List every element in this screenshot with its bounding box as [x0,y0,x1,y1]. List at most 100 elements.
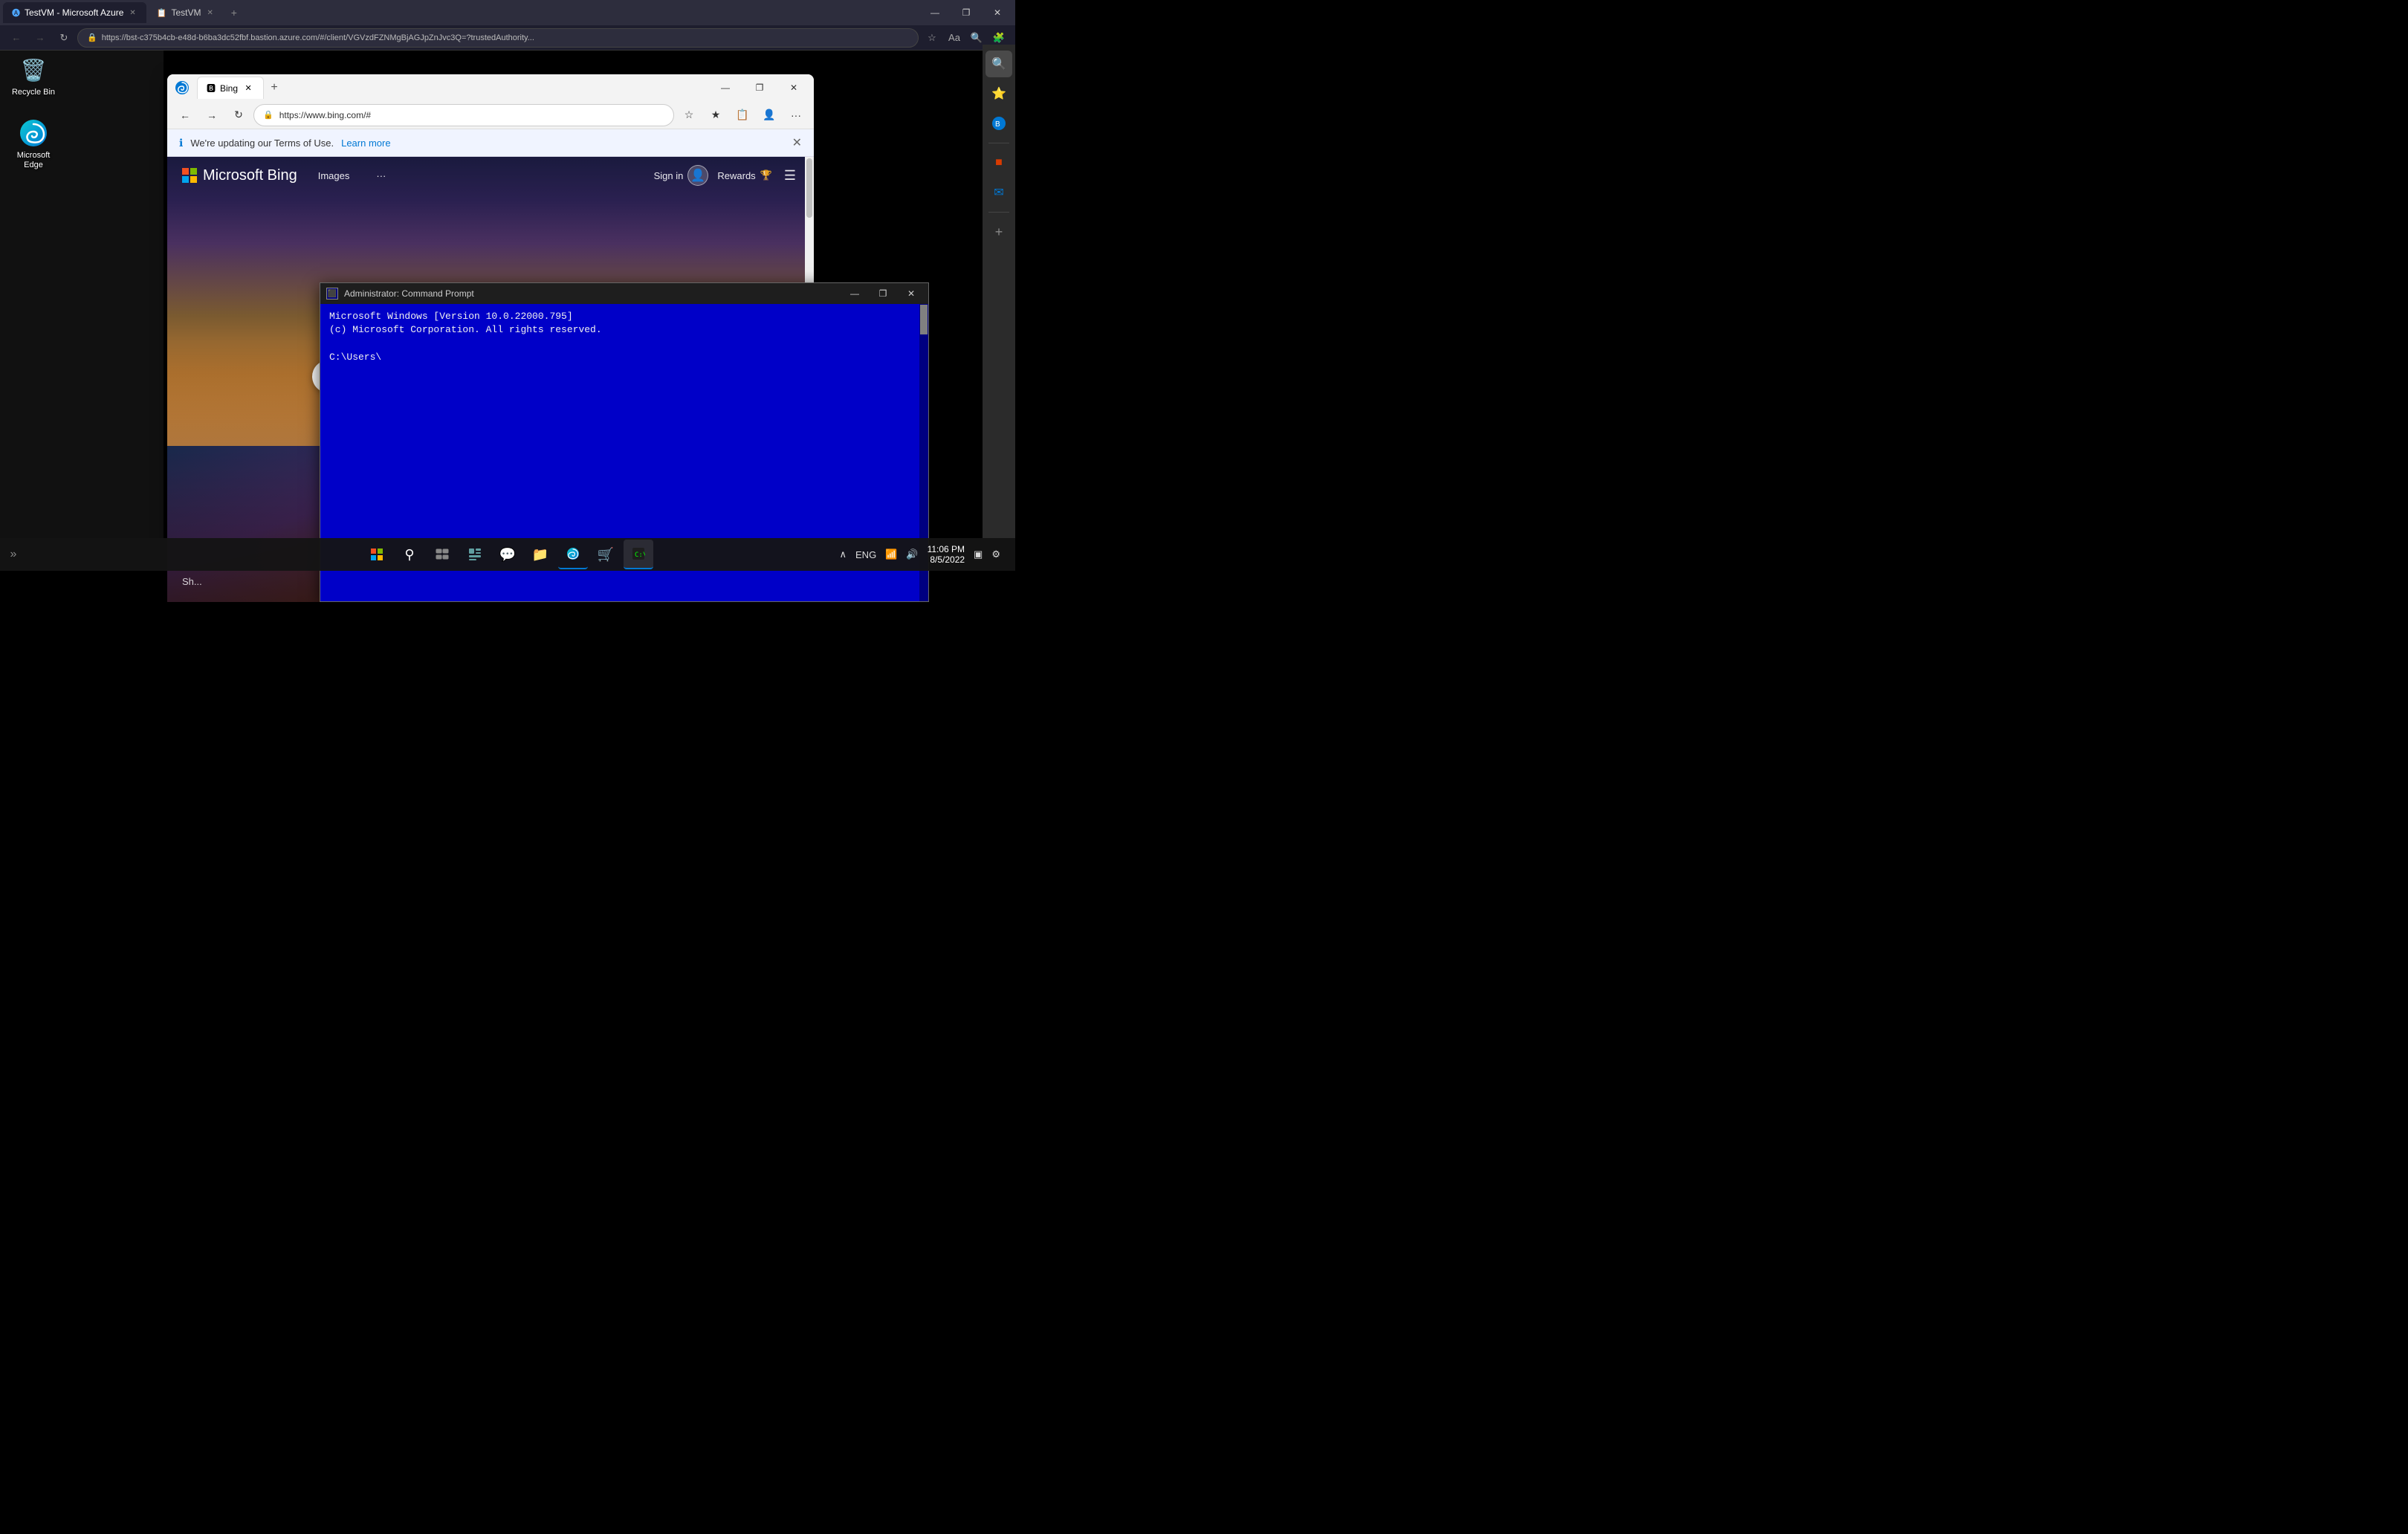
outer-close-button[interactable]: ✕ [983,2,1012,23]
browser-window-controls: — ❐ ✕ [708,76,811,100]
outer-tab-2[interactable]: 📋 TestVM ✕ [148,2,224,23]
keyboard-layout-button[interactable]: ENG [852,540,879,569]
forward-button[interactable]: → [200,103,224,127]
rewards-icon: 🏆 [760,169,772,181]
cmd-app-icon: ⬛ [326,288,338,300]
collections-button[interactable]: 📋 [731,103,754,127]
cmd-scroll-thumb[interactable] [920,305,928,334]
show-more-button[interactable]: » [6,540,21,569]
outer-back-button[interactable]: ← [6,27,27,48]
bing-header: Microsoft Bing Images ··· Sign in 👤 Rewa… [167,157,814,194]
outer-refresh-button[interactable]: ↻ [54,27,74,48]
terminal-taskbar-button[interactable]: C:\ [624,540,653,569]
recycle-bin-image: 🗑️ [19,55,48,85]
bing-tab-close[interactable]: ✕ [242,82,254,94]
show-desktop-button[interactable]: ▣ [971,540,985,569]
rewards-button[interactable]: Rewards 🏆 [717,169,771,181]
outer-tab-bar: 🅐 TestVM - Microsoft Azure ✕ 📋 TestVM ✕ … [0,0,1015,25]
outer-minimize-button[interactable]: — [920,2,950,23]
browser-minimize-button[interactable]: — [708,76,742,100]
taskbar-left: » [6,540,21,569]
bing-menu-button[interactable]: ☰ [781,165,799,187]
clock-date: 8/5/2022 [930,554,965,565]
start-button[interactable] [362,540,392,569]
outer-tab-1-label: TestVM - Microsoft Azure [25,7,123,18]
outer-read-button[interactable]: Aa [944,27,965,48]
learn-more-link[interactable]: Learn more [341,137,390,149]
taskbar: » ⚲ [0,538,1015,571]
bing-tab[interactable]: 🅱 Bing ✕ [197,77,264,99]
bing-bottom-area: Sh... [182,576,202,587]
browser-titlebar: 🅱 Bing ✕ + — ❐ ✕ [167,74,814,101]
outer-tab-1-close[interactable]: ✕ [128,7,137,19]
fav-collections-button[interactable]: ★ [704,103,728,127]
outer-lock-icon: 🔒 [87,33,97,42]
rewards-text: Rewards [717,170,755,181]
cmd-line-4: C:\Users\ [329,351,919,364]
clock-time: 11:06 PM [928,544,965,554]
info-icon: ℹ [179,137,183,149]
clock-display[interactable]: 11:06 PM 8/5/2022 [925,544,968,565]
svg-text:B: B [995,120,1000,129]
file-explorer-button[interactable]: 📁 [525,540,555,569]
network-button[interactable]: 📶 [882,540,900,569]
notification-bar: ℹ We're updating our Terms of Use. Learn… [167,129,814,157]
edge-taskbar-button[interactable] [558,540,588,569]
chat-button[interactable]: 💬 [493,540,522,569]
sidebar-search-button[interactable]: 🔍 [985,51,1012,77]
outer-new-tab-button[interactable]: + [225,4,243,22]
new-tab-button[interactable]: + [264,77,285,98]
bing-image-label: Sh... [182,576,202,587]
store-button[interactable]: 🛒 [591,540,621,569]
settings-tray-button[interactable]: ⚙ [988,540,1003,569]
sidebar-add-button[interactable]: + [985,219,1012,245]
sidebar-office-button[interactable]: ■ [985,149,1012,176]
notif-text: We're updating our Terms of Use. [190,137,334,149]
cmd-restore-button[interactable]: ❐ [872,286,894,301]
ms-sq-yellow [190,176,197,183]
tab-bar: 🅱 Bing ✕ + [197,77,705,99]
sign-in-text: Sign in [654,170,684,181]
bing-logo: Microsoft Bing [182,167,297,184]
sidebar-bing-button[interactable]: B [985,110,1012,137]
outer-address-bar[interactable]: 🔒 https://bst-c375b4cb-e48d-b6ba3dc52fbf… [77,28,919,48]
cmd-line-1: Microsoft Windows [Version 10.0.22000.79… [329,310,919,323]
taskbar-search-button[interactable]: ⚲ [395,540,424,569]
more-nav-button[interactable]: ··· [370,167,392,184]
outer-forward-button[interactable]: → [30,27,51,48]
widgets-button[interactable] [460,540,490,569]
taskbar-center: ⚲ 💬 📁 [362,540,653,569]
cmd-line-2: (c) Microsoft Corporation. All rights re… [329,323,919,337]
cmd-close-button[interactable]: ✕ [900,286,922,301]
recycle-bin-icon[interactable]: 🗑️ Recycle Bin [7,52,59,100]
images-nav-link[interactable]: Images [312,167,356,184]
browser-close-button[interactable]: ✕ [777,76,811,100]
sidebar-outlook-button[interactable]: ✉ [985,179,1012,206]
sidebar-collections-button[interactable]: ⭐ [985,80,1012,107]
outer-restore-button[interactable]: ❐ [951,2,981,23]
back-button[interactable]: ← [173,103,197,127]
show-hidden-tray-button[interactable]: ∧ [837,540,850,569]
cmd-minimize-button[interactable]: — [844,286,866,301]
browser-restore-button[interactable]: ❐ [742,76,777,100]
outer-fav-button[interactable]: ☆ [922,27,942,48]
favorites-button[interactable]: ☆ [677,103,701,127]
edge-label: MicrosoftEdge [17,151,51,170]
refresh-button[interactable]: ↻ [227,103,250,127]
sign-in-button[interactable]: Sign in 👤 [654,165,709,186]
outer-tab-2-close[interactable]: ✕ [205,7,214,19]
settings-button[interactable]: ··· [784,103,808,127]
recycle-bin-label: Recycle Bin [12,88,55,97]
cmd-titlebar: ⬛ Administrator: Command Prompt — ❐ ✕ [320,283,928,304]
svg-text:C:\: C:\ [635,551,645,559]
azure-favicon: 🅐 [12,7,20,19]
profile-button[interactable]: 👤 [757,103,781,127]
notif-close-button[interactable]: ✕ [792,135,802,150]
edge-desktop-icon[interactable]: MicrosoftEdge [7,115,59,173]
task-view-button[interactable] [427,540,457,569]
volume-button[interactable]: 🔊 [903,540,921,569]
browser-toolbar: ← → ↻ 🔒 https://www.bing.com/# ☆ ★ 📋 👤 ·… [167,101,814,129]
address-bar[interactable]: 🔒 https://www.bing.com/# [253,104,674,126]
bing-tab-favicon: 🅱 [207,82,216,94]
outer-tab-1[interactable]: 🅐 TestVM - Microsoft Azure ✕ [3,2,146,23]
